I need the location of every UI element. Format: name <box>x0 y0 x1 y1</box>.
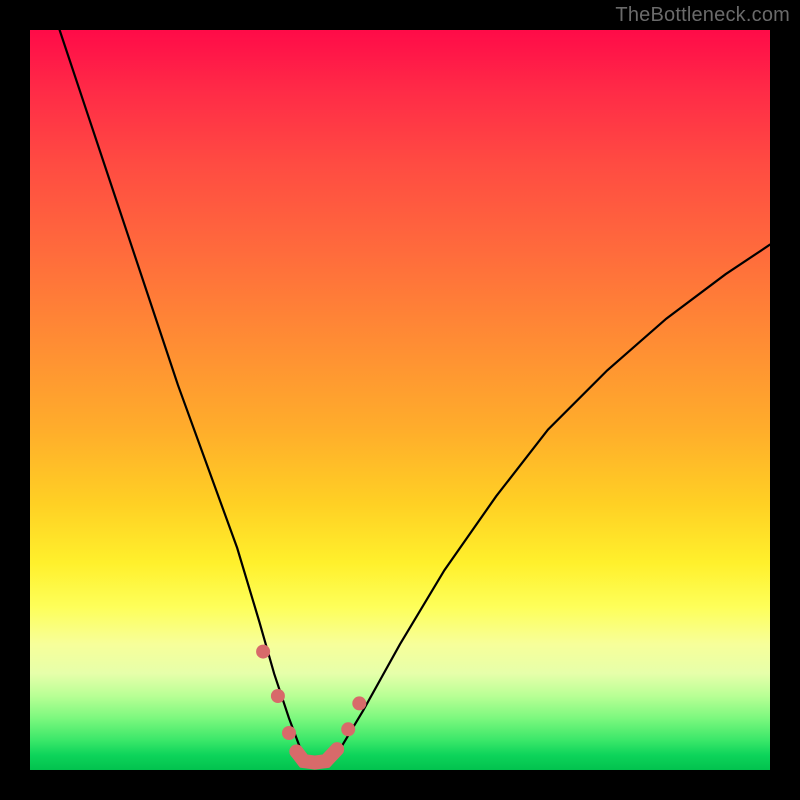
trough-marker-dot <box>256 645 270 659</box>
trough-marker-dot <box>352 696 366 710</box>
bottleneck-curve-path <box>60 30 770 763</box>
trough-marker-dot <box>330 742 344 756</box>
trough-marker-dot <box>282 726 296 740</box>
chart-frame: TheBottleneck.com <box>0 0 800 800</box>
trough-marker-dot <box>271 689 285 703</box>
trough-marker-dot <box>319 754 333 768</box>
watermark-text: TheBottleneck.com <box>615 4 790 27</box>
trough-markers <box>256 645 366 770</box>
chart-overlay <box>30 30 770 770</box>
bottleneck-curve <box>60 30 770 763</box>
trough-marker-dot <box>341 722 355 736</box>
